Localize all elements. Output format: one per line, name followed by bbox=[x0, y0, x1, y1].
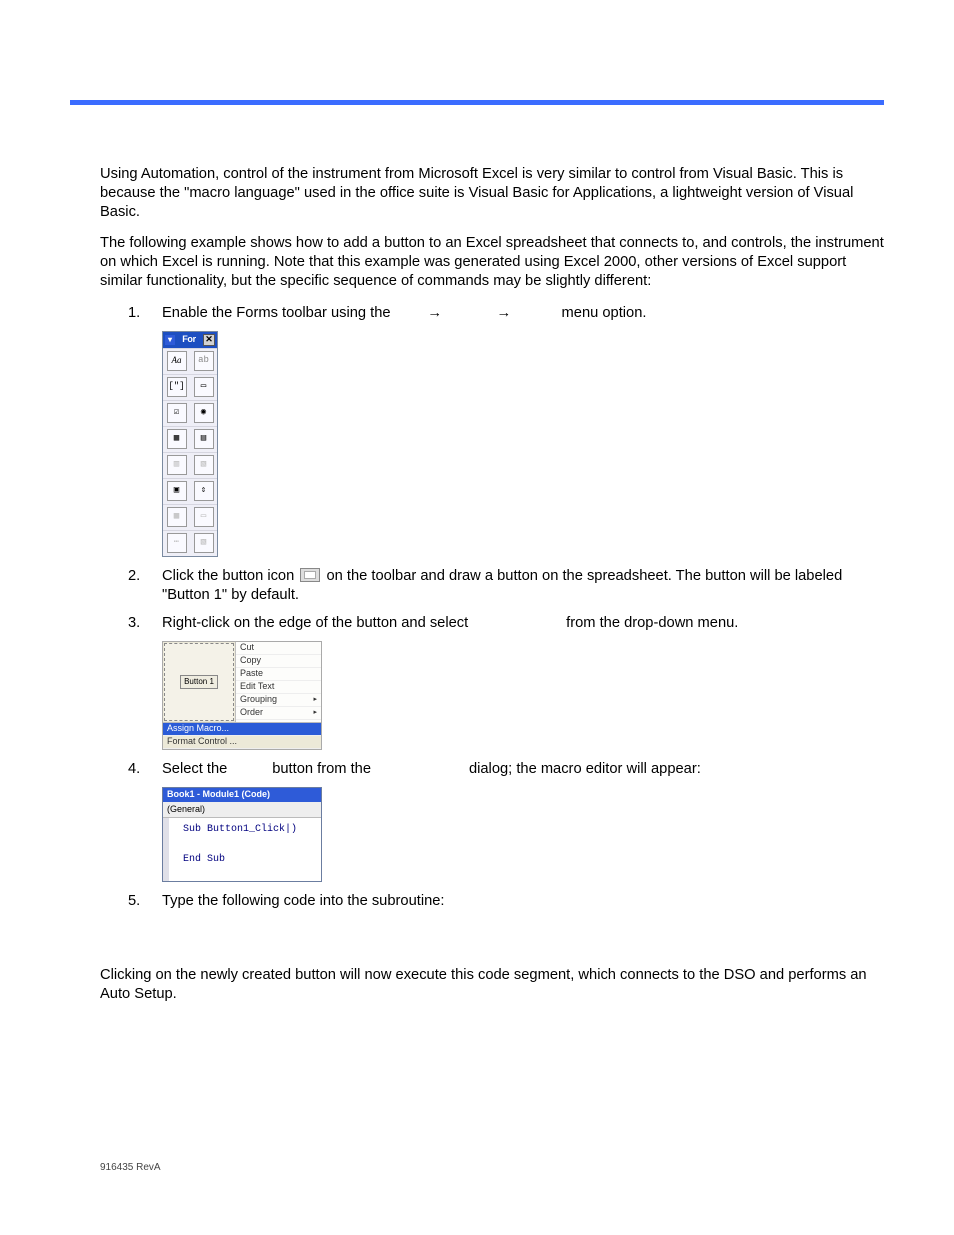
ctx-label: Cut bbox=[240, 642, 254, 654]
code-window-figure: Book1 - Module1 (Code) (General) Sub But… bbox=[162, 787, 322, 882]
forms-row: ☑ ◉ bbox=[163, 400, 217, 426]
properties-icon: ▦ bbox=[167, 507, 187, 527]
editbox-icon: ab bbox=[194, 351, 214, 371]
step-1-text: Enable the Forms toolbar using the → → m… bbox=[162, 304, 884, 323]
context-bottom: Assign Macro... Format Control ... bbox=[163, 722, 321, 749]
step-3: 3. Right-click on the edge of the button… bbox=[100, 614, 884, 750]
code-window-title: Book1 - Module1 (Code) bbox=[163, 788, 321, 802]
button-tool-icon bbox=[300, 568, 320, 582]
step-number: 4. bbox=[128, 760, 140, 779]
submenu-arrow-icon: ▸ bbox=[313, 709, 317, 718]
forms-toolbar-title: ▾ For ✕ bbox=[163, 332, 217, 348]
ctx-edit-text: Edit Text bbox=[236, 681, 321, 694]
button-1: Button 1 bbox=[180, 675, 218, 689]
context-menu-figure: Button 1 Cut Copy Paste Edit Text Groupi… bbox=[162, 641, 322, 750]
ctx-label: Assign Macro... bbox=[167, 723, 229, 735]
step-5-text: Type the following code into the subrout… bbox=[162, 892, 884, 911]
grid-icon: ⋯ bbox=[167, 533, 187, 553]
ctx-label: Edit Text bbox=[240, 681, 274, 693]
ctx-label: Format Control ... bbox=[167, 736, 237, 748]
selected-button-area: Button 1 bbox=[164, 643, 234, 721]
forms-toolbar-title-text: For bbox=[182, 334, 196, 346]
step-3-text-a: Right-click on the edge of the button an… bbox=[162, 615, 468, 631]
close-icon: ✕ bbox=[203, 334, 215, 346]
scrollbar-icon: ▣ bbox=[167, 481, 187, 501]
code-combo: (General) bbox=[163, 802, 321, 818]
step-4-text-a: Select the bbox=[162, 761, 227, 777]
checkbox-icon: ☑ bbox=[167, 403, 187, 423]
code-body: Sub Button1_Click|) End Sub bbox=[163, 818, 321, 881]
step-list: 1. Enable the Forms toolbar using the → … bbox=[100, 304, 884, 911]
combolist-icon: ▥ bbox=[167, 455, 187, 475]
context-menu: Cut Copy Paste Edit Text Grouping ▸ Order… bbox=[235, 642, 321, 722]
spinner-icon: ⇕ bbox=[194, 481, 214, 501]
forms-row: ⋯ ▧ bbox=[163, 530, 217, 556]
groupbox-icon: ["] bbox=[167, 377, 187, 397]
step-1-text-b: menu option. bbox=[562, 305, 647, 321]
dropdown-icon: ▾ bbox=[165, 335, 175, 345]
closing-paragraph: Clicking on the newly created button wil… bbox=[100, 966, 884, 1004]
context-top: Button 1 Cut Copy Paste Edit Text Groupi… bbox=[163, 642, 321, 722]
header-rule bbox=[70, 100, 884, 105]
step-number: 1. bbox=[128, 304, 140, 323]
ctx-label: Paste bbox=[240, 668, 263, 680]
run-icon: ▧ bbox=[194, 533, 214, 553]
step-3-text-b: from the drop-down menu. bbox=[566, 615, 738, 631]
ctx-cut: Cut bbox=[236, 642, 321, 655]
ctx-grouping: Grouping ▸ bbox=[236, 694, 321, 707]
step-2-text-a: Click the button icon bbox=[162, 568, 294, 584]
step-5: 5. Type the following code into the subr… bbox=[100, 892, 884, 911]
forms-row: ▣ ⇕ bbox=[163, 478, 217, 504]
forms-row: Aa ab bbox=[163, 348, 217, 374]
listbox-icon: ▦ bbox=[167, 429, 187, 449]
button-icon: ▭ bbox=[194, 377, 214, 397]
ctx-label: Copy bbox=[240, 655, 261, 667]
step-2-text: Click the button icon on the toolbar and… bbox=[162, 567, 884, 605]
step-number: 5. bbox=[128, 892, 140, 911]
step-4-text-b: button from the bbox=[272, 761, 371, 777]
step-4-text-c: dialog; the macro editor will appear: bbox=[469, 761, 701, 777]
forms-row: ["] ▭ bbox=[163, 374, 217, 400]
forms-row: ▦ ▤ bbox=[163, 426, 217, 452]
forms-row: ▥ ▧ bbox=[163, 452, 217, 478]
ctx-label: Grouping bbox=[240, 694, 277, 706]
step-2: 2. Click the button icon on the toolbar … bbox=[100, 567, 884, 605]
step-number: 3. bbox=[128, 614, 140, 633]
intro-paragraph-2: The following example shows how to add a… bbox=[100, 234, 884, 290]
step-3-text: Right-click on the edge of the button an… bbox=[162, 614, 884, 633]
footer-text: 916435 RevA bbox=[100, 1162, 161, 1173]
forms-toolbar-figure: ▾ For ✕ Aa ab ["] ▭ ☑ ◉ bbox=[162, 331, 218, 557]
arrow-icon: → bbox=[427, 304, 439, 323]
arrow-icon: → bbox=[496, 304, 508, 323]
code-line-1: Sub Button1_Click|) bbox=[183, 822, 315, 837]
step-4: 4. Select the button from the dialog; th… bbox=[100, 760, 884, 882]
ctx-order: Order ▸ bbox=[236, 707, 321, 720]
submenu-arrow-icon: ▸ bbox=[313, 696, 317, 705]
forms-row: ▦ ▭ bbox=[163, 504, 217, 530]
ctx-paste: Paste bbox=[236, 668, 321, 681]
option-icon: ◉ bbox=[194, 403, 214, 423]
ctx-copy: Copy bbox=[236, 655, 321, 668]
step-4-text: Select the button from the dialog; the m… bbox=[162, 760, 884, 779]
intro-paragraph-1: Using Automation, control of the instrum… bbox=[100, 165, 884, 221]
code-icon: ▭ bbox=[194, 507, 214, 527]
content-area: Using Automation, control of the instrum… bbox=[100, 165, 884, 1016]
step-number: 2. bbox=[128, 567, 140, 586]
combobox-icon: ▤ bbox=[194, 429, 214, 449]
ctx-format-control: Format Control ... bbox=[163, 736, 321, 749]
step-1: 1. Enable the Forms toolbar using the → … bbox=[100, 304, 884, 557]
combodrop-icon: ▧ bbox=[194, 455, 214, 475]
document-page: Using Automation, control of the instrum… bbox=[0, 0, 954, 1235]
ctx-label: Order bbox=[240, 707, 263, 719]
code-line-2: End Sub bbox=[183, 852, 315, 867]
step-1-text-a: Enable the Forms toolbar using the bbox=[162, 305, 391, 321]
ctx-assign-macro: Assign Macro... bbox=[163, 723, 321, 736]
label-icon: Aa bbox=[167, 351, 187, 371]
